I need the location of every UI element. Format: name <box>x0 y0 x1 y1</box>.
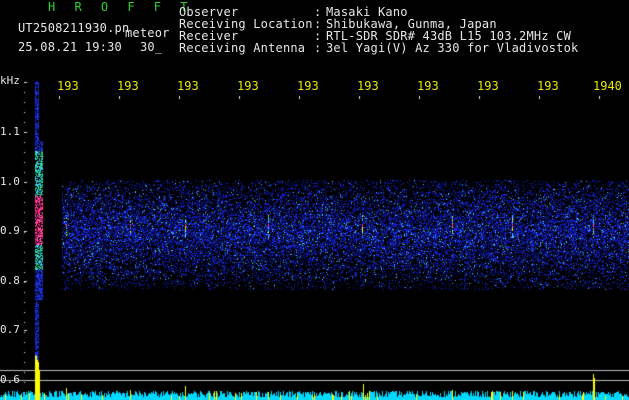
x-tick-label: 193 <box>297 79 319 93</box>
x-tick-label: 1940 <box>593 79 622 93</box>
antenna-value: 3el Yagi(V) Az 330 for Vladivostok <box>326 41 579 55</box>
file-name: UT2508211930.pn <box>18 21 130 35</box>
x-tick-label: 193 <box>357 79 379 93</box>
x-tick-label: 193 <box>177 79 199 93</box>
y-tick-label: 0.9 <box>0 224 20 237</box>
x-tick-label: 193 <box>57 79 79 93</box>
y-tick-label: 0.6 <box>0 373 20 386</box>
y-tick-label: 0.8 <box>0 274 20 287</box>
interval-value: 30_ <box>140 40 163 54</box>
hrofft-window: H R O F F T UT2508211930.pn meteor 25.08… <box>0 0 629 400</box>
y-axis-unit: kHz <box>0 74 20 87</box>
y-tick-label: 1.0 <box>0 175 20 188</box>
spectrogram-canvas <box>0 0 629 400</box>
x-tick-label: 193 <box>117 79 139 93</box>
program-title: H R O F F T <box>48 0 194 14</box>
date-time: 25.08.21 19:30 <box>18 40 122 54</box>
y-tick-label: 0.7 <box>0 323 20 336</box>
x-tick-label: 193 <box>237 79 259 93</box>
antenna-label: Receiving Antenna <box>179 41 306 55</box>
event-type: meteor <box>125 26 170 40</box>
x-tick-label: 193 <box>537 79 559 93</box>
x-tick-label: 193 <box>417 79 439 93</box>
separator: : <box>314 41 322 55</box>
x-tick-label: 193 <box>477 79 499 93</box>
y-tick-label: 1.1 <box>0 125 20 138</box>
